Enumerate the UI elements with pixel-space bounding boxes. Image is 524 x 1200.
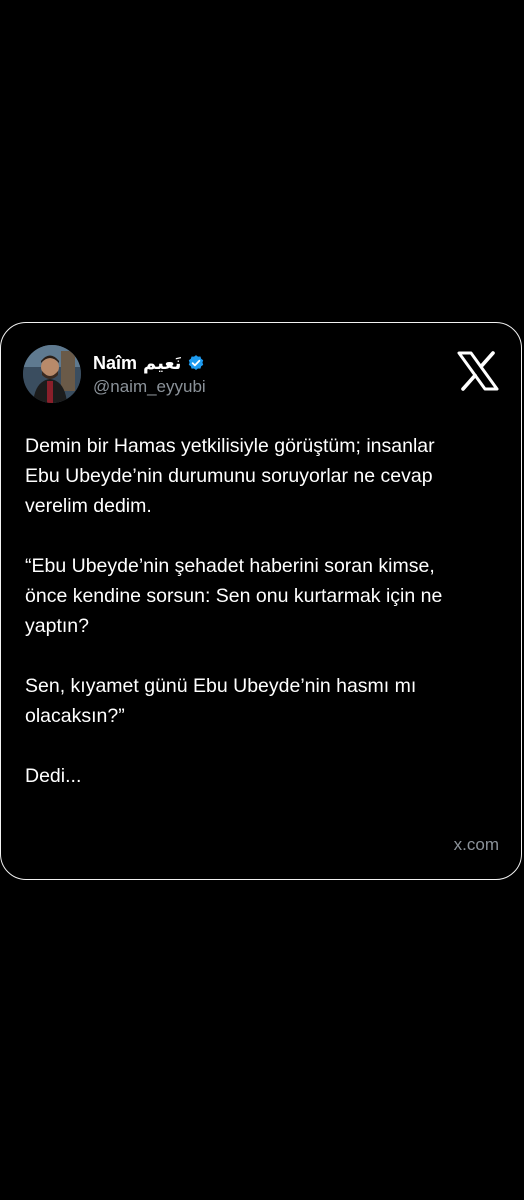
avatar[interactable] (23, 345, 81, 403)
x-logo-icon[interactable] (457, 351, 499, 391)
tweet-card: Naîm نَعيم @naim_eyyubi Demin bir Hamas … (0, 322, 522, 880)
tweet-header: Naîm نَعيم @naim_eyyubi (23, 345, 499, 407)
author-info: Naîm نَعيم @naim_eyyubi (93, 352, 206, 397)
avatar-photo (23, 345, 81, 403)
author-handle[interactable]: @naim_eyyubi (93, 377, 206, 397)
author-arabic-name[interactable]: نَعيم (143, 353, 181, 374)
author-name-line: Naîm نَعيم (93, 352, 206, 374)
tweet-body: Demin bir Hamas yetkilisiyle görüştüm; i… (25, 431, 499, 821)
author-display-name[interactable]: Naîm (93, 353, 137, 374)
tweet-paragraph: Dedi... (25, 765, 82, 787)
screenshot-frame: Naîm نَعيم @naim_eyyubi Demin bir Hamas … (0, 0, 524, 1200)
tweet-paragraph: Sen, kıyamet günü Ebu Ubeyde’nin hasmı m… (25, 675, 417, 727)
verified-badge-icon (187, 354, 205, 372)
source-link[interactable]: x.com (454, 835, 499, 855)
tweet-paragraph: Demin bir Hamas yetkilisiyle görüştüm; i… (25, 435, 435, 517)
tweet-paragraph: “Ebu Ubeyde’nin şehadet haberini soran k… (25, 555, 443, 637)
